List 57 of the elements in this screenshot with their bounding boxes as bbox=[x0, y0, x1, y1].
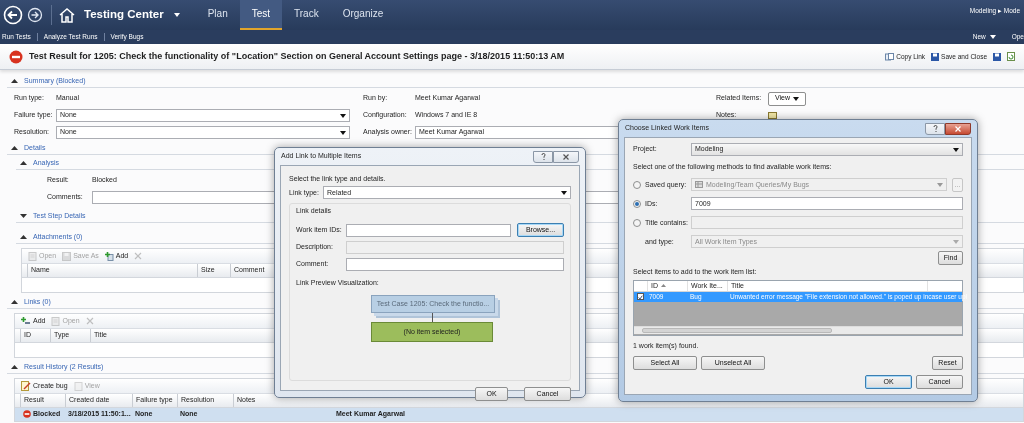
add-icon bbox=[21, 316, 31, 326]
blocked-icon bbox=[9, 49, 23, 64]
caret-icon bbox=[561, 190, 567, 195]
caret-icon bbox=[989, 35, 996, 39]
note-icon[interactable] bbox=[768, 112, 777, 119]
edit-document-icon bbox=[21, 381, 31, 391]
expand-icon[interactable] bbox=[20, 214, 27, 218]
refresh-icon bbox=[1007, 52, 1015, 61]
collapse-icon[interactable] bbox=[11, 365, 18, 369]
home-icon[interactable] bbox=[58, 7, 76, 23]
connector-line bbox=[432, 313, 433, 323]
close-icon bbox=[563, 153, 569, 160]
collapse-icon[interactable] bbox=[11, 79, 18, 83]
document-icon bbox=[73, 381, 83, 391]
save-button[interactable] bbox=[990, 52, 1004, 61]
forward-icon[interactable] bbox=[27, 7, 43, 23]
query-icon bbox=[695, 181, 703, 189]
help-button[interactable] bbox=[533, 150, 553, 163]
document-icon bbox=[28, 251, 37, 261]
floppy-icon bbox=[62, 251, 72, 261]
nav-tab[interactable]: Plan bbox=[195, 0, 240, 30]
page-title: Test Result for 1205: Check the functionality of "Location" Section on General Account Settings page - 3/18/2015 11:50:13 AM bbox=[29, 51, 565, 62]
caret-icon bbox=[340, 113, 346, 118]
caret-icon bbox=[793, 96, 800, 101]
collapse-icon[interactable] bbox=[20, 235, 27, 239]
caret-icon bbox=[953, 239, 959, 244]
collapse-icon[interactable] bbox=[11, 300, 18, 304]
nav-tab[interactable]: Test bbox=[239, 0, 283, 30]
back-icon[interactable] bbox=[3, 5, 23, 25]
refresh-button[interactable] bbox=[1004, 52, 1018, 61]
delete-icon bbox=[134, 252, 143, 260]
document-icon bbox=[51, 316, 61, 326]
collapse-icon[interactable] bbox=[20, 161, 27, 165]
blocked-icon bbox=[23, 410, 31, 419]
close-icon bbox=[955, 125, 961, 132]
copy-link-icon bbox=[885, 52, 895, 61]
checkbox[interactable] bbox=[637, 293, 644, 301]
input-field[interactable] bbox=[346, 223, 512, 237]
floppy-icon bbox=[993, 52, 1001, 61]
caret-icon bbox=[340, 130, 346, 135]
caret-icon bbox=[953, 147, 959, 152]
nav-tab[interactable]: Organize bbox=[330, 0, 396, 30]
caret-icon bbox=[173, 13, 180, 17]
close-button[interactable] bbox=[553, 150, 579, 163]
app-title: Testing Center bbox=[84, 8, 164, 22]
close-button[interactable] bbox=[945, 122, 971, 135]
caret-icon bbox=[937, 182, 943, 187]
floppy-icon bbox=[931, 52, 940, 61]
delete-icon bbox=[85, 317, 94, 325]
nav-tab[interactable]: Track bbox=[282, 0, 331, 30]
input-field[interactable] bbox=[346, 257, 564, 271]
horizontal-scrollbar[interactable] bbox=[634, 325, 962, 334]
app-menu-button[interactable] bbox=[173, 13, 180, 17]
sort-icon bbox=[661, 284, 666, 288]
collapse-icon[interactable] bbox=[11, 146, 18, 150]
help-icon bbox=[932, 125, 938, 132]
help-icon bbox=[540, 153, 546, 160]
